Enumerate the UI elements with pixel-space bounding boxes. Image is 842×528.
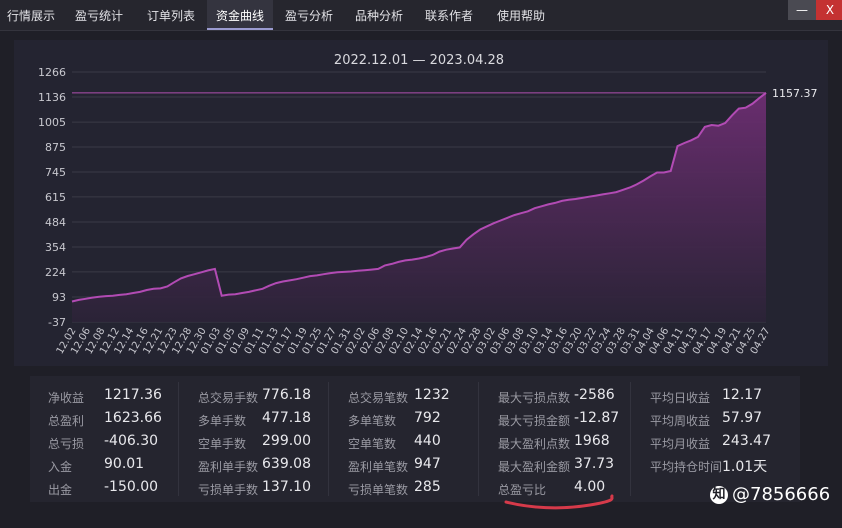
- chart-title: 2022.12.01 — 2023.04.28: [334, 53, 504, 68]
- column-divider: [178, 382, 179, 496]
- last-value-label: 1157.37: [772, 87, 818, 100]
- tab-equity-curve[interactable]: 资金曲线: [207, 0, 273, 30]
- stat-deposit-value: 90.01: [104, 456, 145, 472]
- y-tick-label: 1005: [38, 116, 66, 129]
- y-tick-label: 484: [45, 216, 66, 229]
- stat-win-trades-label: 盈利单笔数: [348, 460, 409, 474]
- stat-avg-weekly-value: 57.97: [722, 410, 763, 426]
- stat-total-trades-label: 总交易笔数: [348, 391, 409, 405]
- stat-win-trades-value: 947: [414, 456, 441, 472]
- stat-avg-weekly-label: 平均周收益: [650, 414, 711, 428]
- stat-max-win-amount-value: 37.73: [574, 456, 615, 472]
- red-underline-annotation: [504, 494, 614, 510]
- stat-max-loss-points-value: -2586: [574, 387, 615, 403]
- tab-symbol-analysis[interactable]: 品种分析: [346, 0, 412, 30]
- tab-pnl-analysis[interactable]: 盈亏分析: [276, 0, 342, 30]
- stat-short-trades-value: 440: [414, 433, 441, 449]
- equity-chart-panel: 2022.12.01 — 2023.04.28 1266 1136 1005 875 74…: [14, 40, 828, 366]
- stat-long-lots-value: 477.18: [262, 410, 311, 426]
- y-tick-label: 1136: [38, 91, 66, 104]
- stat-total-trades-value: 1232: [414, 387, 450, 403]
- stat-gross-loss-label: 总亏损: [48, 437, 85, 451]
- y-tick-label: 875: [45, 141, 66, 154]
- stat-long-lots-label: 多单手数: [198, 414, 247, 428]
- equity-chart: 2022.12.01 — 2023.04.28 1266 1136 1005 875 74…: [38, 53, 818, 356]
- stat-avg-daily-label: 平均日收益: [650, 391, 711, 405]
- tab-bar: 行情展示 盈亏统计 订单列表 资金曲线 盈亏分析 品种分析 联系作者 使用帮助 …: [0, 0, 842, 31]
- stat-win-lots-value: 639.08: [262, 456, 311, 472]
- stat-net-profit-label: 净收益: [48, 391, 85, 405]
- watermark: 知 @7856666: [710, 484, 830, 506]
- tab-pnl-stats[interactable]: 盈亏统计: [66, 0, 132, 30]
- tab-contact-author[interactable]: 联系作者: [416, 0, 482, 30]
- stat-total-lots-value: 776.18: [262, 387, 311, 403]
- stat-withdrawal-label: 出金: [48, 483, 73, 497]
- close-button[interactable]: X: [816, 0, 842, 20]
- tab-help[interactable]: 使用帮助: [488, 0, 554, 30]
- column-divider: [328, 382, 329, 496]
- stat-gross-profit-value: 1623.66: [104, 410, 162, 426]
- stat-avg-monthly-label: 平均月收益: [650, 437, 711, 451]
- stat-max-loss-amount-label: 最大亏损金额: [498, 414, 571, 428]
- stat-max-win-amount-label: 最大盈利金额: [498, 460, 571, 474]
- stat-avg-holding-value: 1.01天: [722, 459, 768, 475]
- stat-net-profit-value: 1217.36: [104, 387, 162, 403]
- stat-max-loss-amount-value: -12.87: [574, 410, 620, 426]
- stat-loss-trades-label: 亏损单笔数: [348, 483, 409, 497]
- stat-win-lots-label: 盈利单手数: [198, 460, 259, 474]
- stat-total-lots-label: 总交易手数: [198, 391, 259, 405]
- y-tick-label: 93: [52, 291, 66, 304]
- stat-short-lots-value: 299.00: [262, 433, 311, 449]
- stat-loss-trades-value: 285: [414, 479, 441, 495]
- stat-avg-holding-label: 平均持仓时间: [650, 460, 723, 474]
- stat-max-loss-points-label: 最大亏损点数: [498, 391, 571, 405]
- equity-area: [72, 92, 766, 323]
- tab-orders[interactable]: 订单列表: [138, 0, 204, 30]
- stat-max-win-points-label: 最大盈利点数: [498, 437, 571, 451]
- minimize-button[interactable]: —: [788, 0, 816, 20]
- stat-long-trades-label: 多单笔数: [348, 414, 397, 428]
- column-divider: [478, 382, 479, 496]
- stat-long-trades-value: 792: [414, 410, 441, 426]
- y-tick-label: 354: [45, 241, 66, 254]
- tab-market[interactable]: 行情展示: [0, 0, 62, 30]
- y-tick-label: 745: [45, 166, 66, 179]
- watermark-text: @7856666: [732, 484, 831, 505]
- stat-max-win-points-value: 1968: [574, 433, 610, 449]
- stat-loss-lots-label: 亏损单手数: [198, 483, 259, 497]
- column-divider: [630, 382, 631, 496]
- stat-short-trades-label: 空单笔数: [348, 437, 397, 451]
- y-tick-label: -37: [48, 316, 66, 329]
- y-tick-label: 224: [45, 266, 66, 279]
- y-tick-label: 1266: [38, 66, 66, 79]
- stat-avg-monthly-value: 243.47: [722, 433, 771, 449]
- stat-avg-daily-value: 12.17: [722, 387, 763, 403]
- stat-short-lots-label: 空单手数: [198, 437, 247, 451]
- stat-deposit-label: 入金: [48, 460, 73, 474]
- y-tick-label: 615: [45, 191, 66, 204]
- stat-gross-loss-value: -406.30: [104, 433, 159, 449]
- stat-loss-lots-value: 137.10: [262, 479, 311, 495]
- stat-gross-profit-label: 总盈利: [48, 414, 85, 428]
- stat-withdrawal-value: -150.00: [104, 479, 159, 495]
- stats-panel: 净收益 1217.36 总盈利 1623.66 总亏损 -406.30 入金 9…: [30, 376, 800, 502]
- zhihu-logo-icon: 知: [710, 486, 728, 504]
